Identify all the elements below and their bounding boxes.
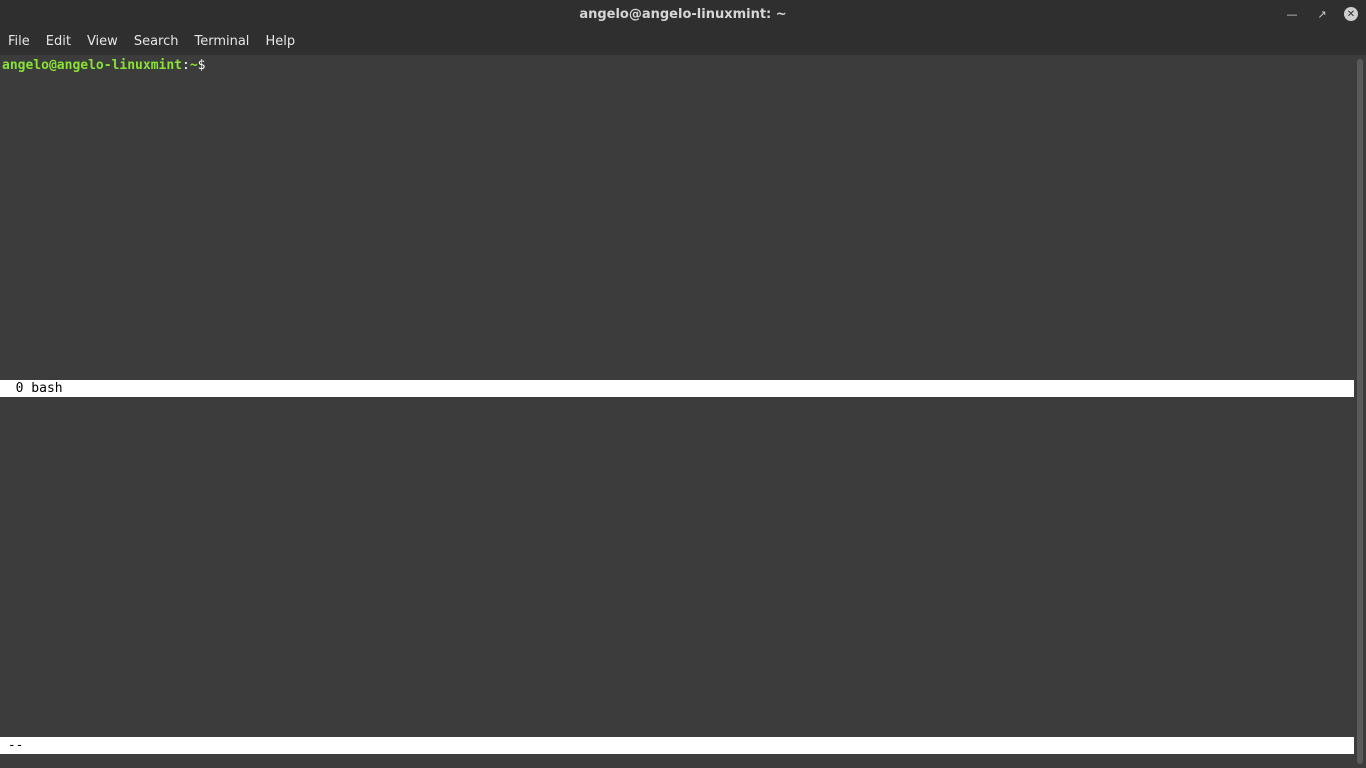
menu-terminal[interactable]: Terminal	[188, 34, 255, 49]
scrollbar[interactable]	[1354, 55, 1366, 768]
maximize-icon[interactable]: ↗	[1314, 6, 1330, 22]
tmux-status-window-list: 0 bash	[0, 380, 1354, 397]
prompt-separator: :	[182, 58, 190, 73]
window-controls: — ↗ ✕	[1284, 0, 1358, 28]
terminal-window: angelo@angelo-linuxmint: ~ — ↗ ✕ File Ed…	[0, 0, 1366, 768]
tmux-status-bottom: --	[0, 737, 1354, 754]
window-title: angelo@angelo-linuxmint: ~	[579, 6, 787, 22]
minimize-icon[interactable]: —	[1284, 6, 1300, 22]
prompt-symbol: $	[197, 58, 206, 73]
terminal-area[interactable]: angelo@angelo-linuxmint:~$ 0 bash --	[0, 55, 1354, 768]
prompt-line: angelo@angelo-linuxmint:~$	[2, 58, 206, 74]
prompt-path: ~	[189, 58, 198, 73]
menu-search[interactable]: Search	[128, 34, 185, 49]
menu-help[interactable]: Help	[259, 34, 301, 49]
menu-view[interactable]: View	[81, 34, 124, 49]
menu-file[interactable]: File	[2, 34, 36, 49]
menu-bar: File Edit View Search Terminal Help	[0, 28, 1366, 55]
prompt-user-host: angelo@angelo-linuxmint	[2, 58, 183, 73]
close-icon[interactable]: ✕	[1344, 7, 1358, 21]
title-bar[interactable]: angelo@angelo-linuxmint: ~ — ↗ ✕	[0, 0, 1366, 28]
menu-edit[interactable]: Edit	[40, 34, 77, 49]
scrollbar-thumb[interactable]	[1357, 59, 1363, 764]
